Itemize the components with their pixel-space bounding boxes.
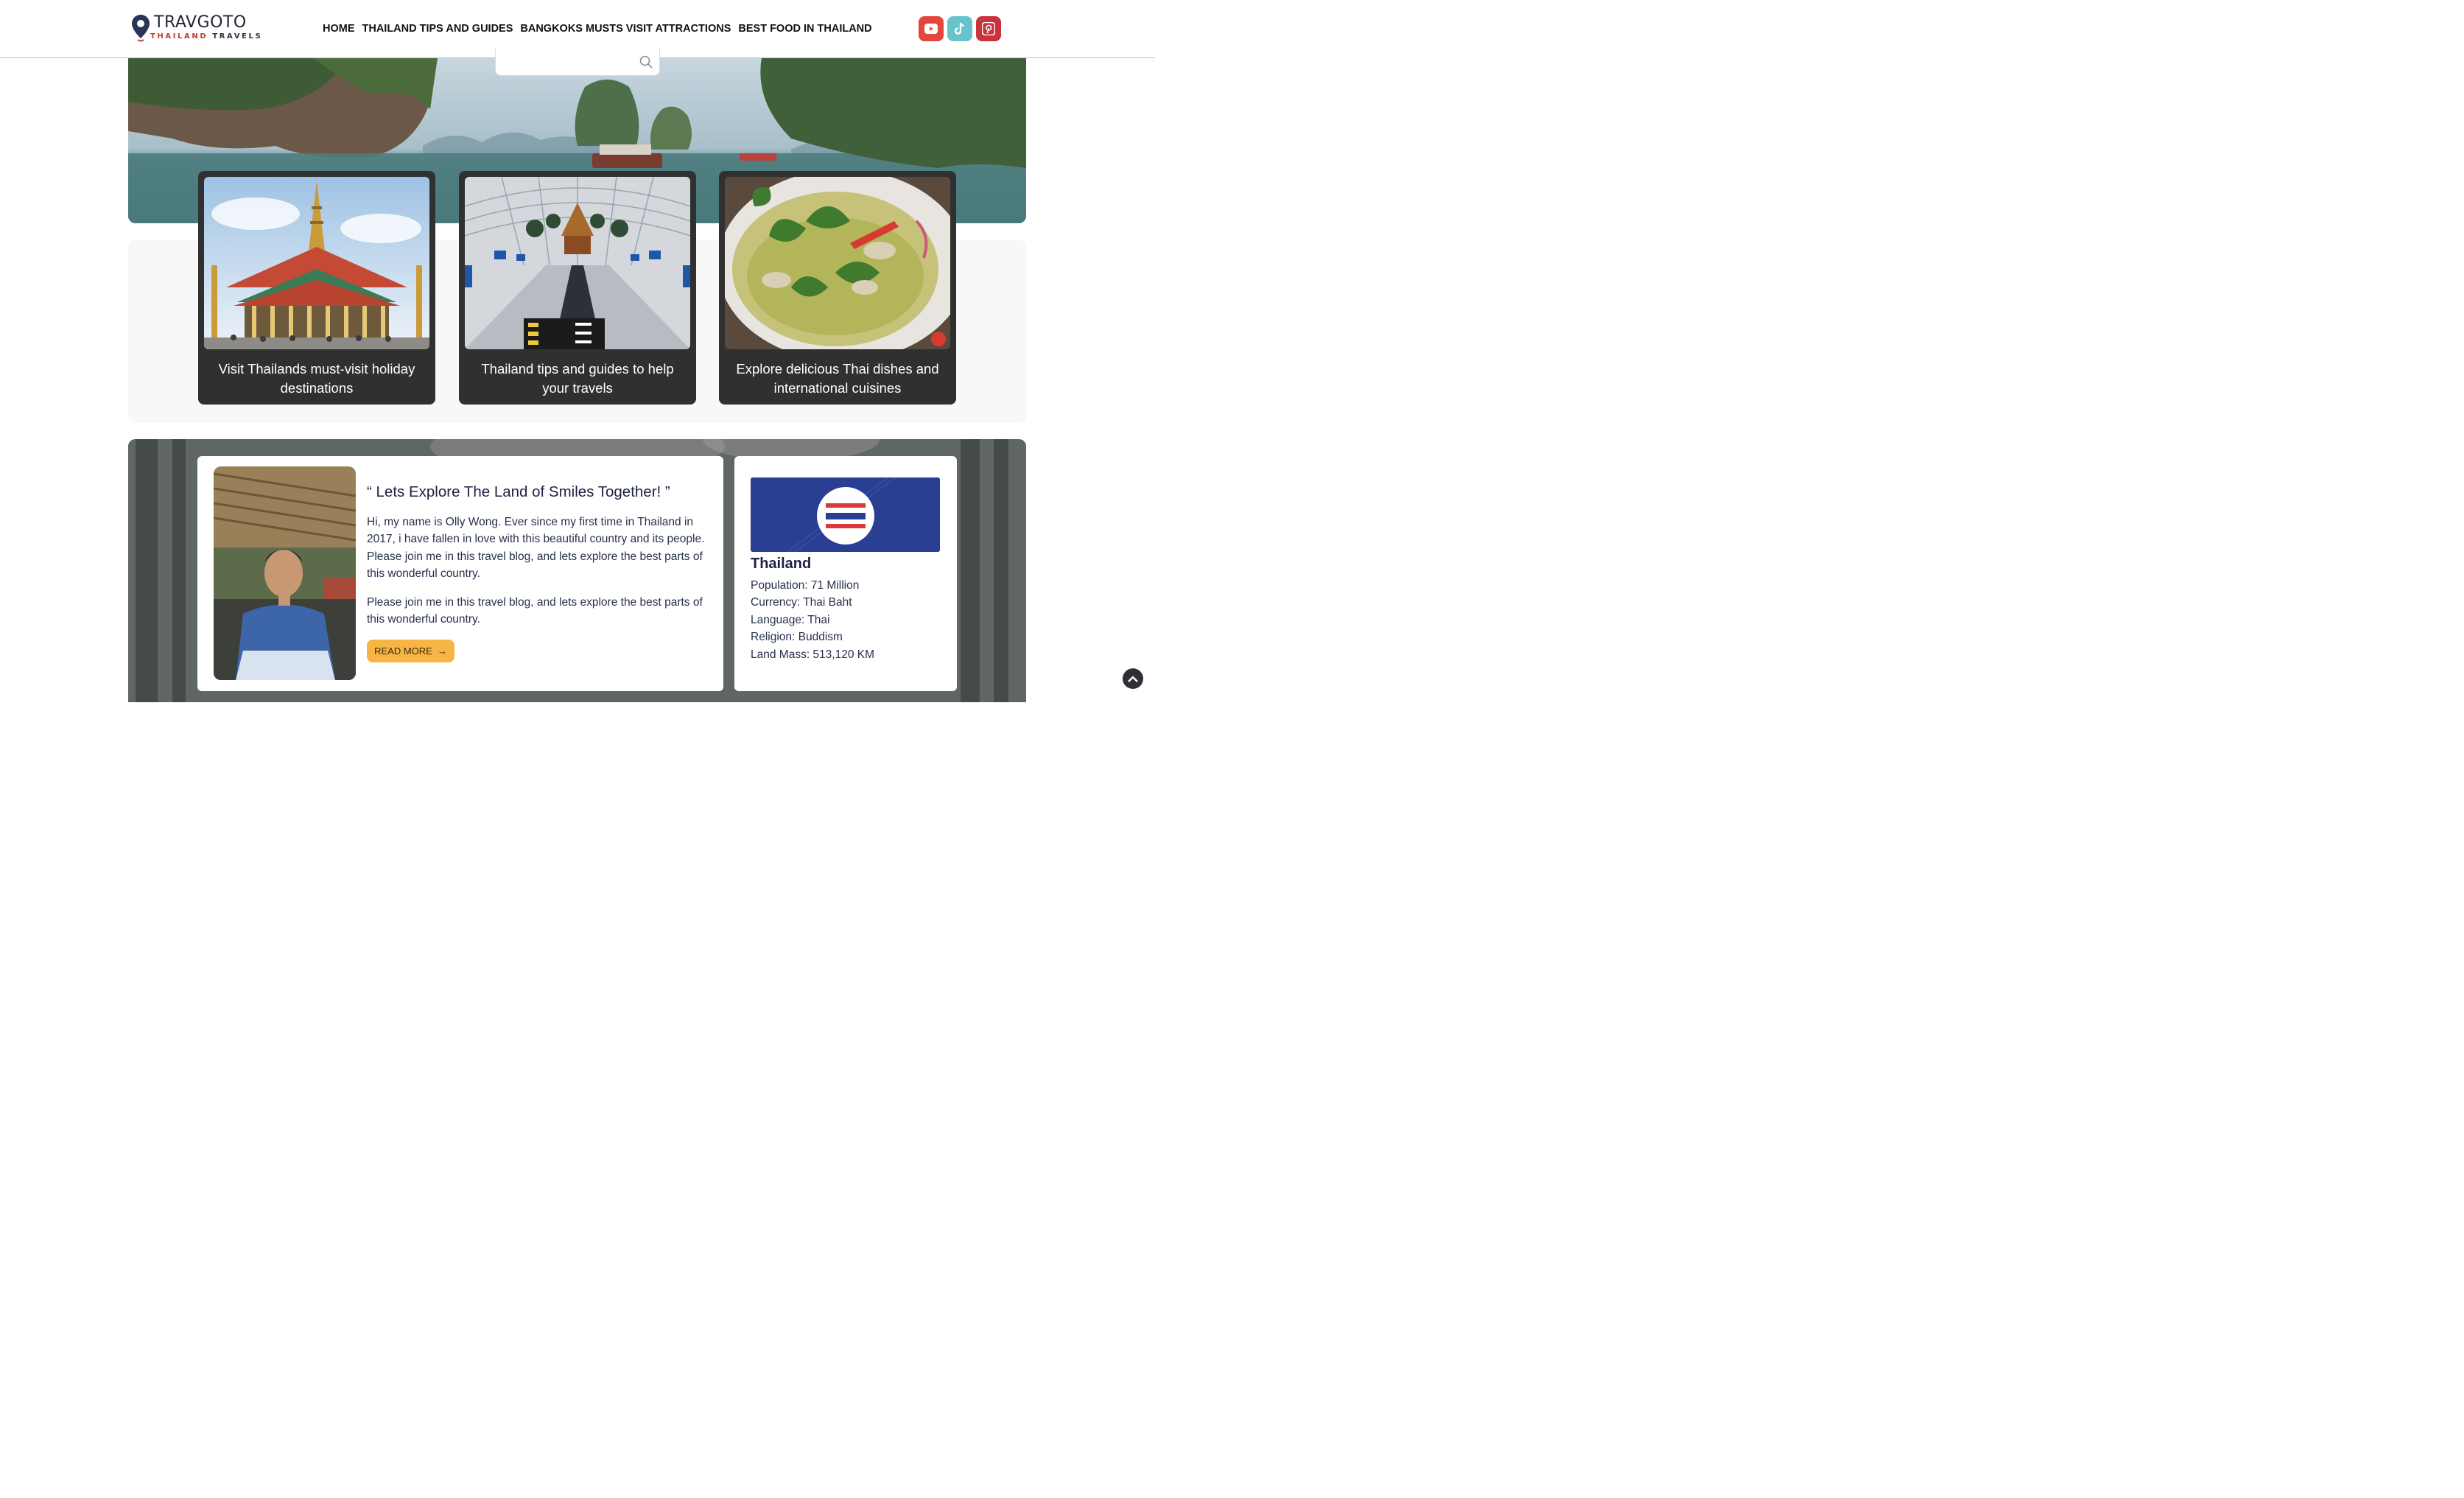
search-box[interactable]: [495, 49, 660, 76]
fact-religion: Religion: Buddism: [751, 631, 843, 644]
nav-best-food[interactable]: BEST FOOD IN THAILAND: [738, 22, 871, 35]
feature-card-food[interactable]: Explore delicious Thai dishes and intern…: [719, 171, 956, 405]
youtube-icon[interactable]: [919, 16, 944, 41]
chevron-up-icon: [1128, 676, 1138, 682]
brand-tagline: THAILAND TRAVELS: [150, 32, 262, 41]
card-caption: Explore delicious Thai dishes and intern…: [736, 361, 939, 396]
about-paragraph-2: Please join me in this travel blog, and …: [367, 596, 703, 626]
about-title: “ Lets Explore The Land of Smiles Togeth…: [367, 483, 670, 500]
brand-name: TRAVGOTO: [154, 13, 247, 32]
pinterest-icon[interactable]: [976, 16, 1001, 41]
fact-population: Population: 71 Million: [751, 579, 860, 592]
about-card: “ Lets Explore The Land of Smiles Togeth…: [197, 456, 723, 691]
main-nav: HOME THAILAND TIPS AND GUIDES BANGKOKS M…: [323, 22, 880, 35]
fact-language: Language: Thai: [751, 613, 830, 626]
arrow-right-icon: →: [437, 645, 447, 657]
author-photo: [214, 466, 356, 680]
airport-terminal-image: [465, 177, 690, 349]
about-paragraph-1: Hi, my name is Olly Wong. Ever since my …: [367, 516, 705, 581]
search-icon[interactable]: [639, 55, 653, 69]
country-name: Thailand: [751, 556, 812, 572]
tagline-thailand: THAILAND: [150, 32, 208, 41]
read-more-label: READ MORE: [374, 645, 432, 657]
site-logo[interactable]: TRAVGOTO THAILAND TRAVELS: [131, 13, 261, 46]
thailand-flag-icon: [751, 477, 940, 552]
social-links: [919, 16, 1005, 41]
fact-land-mass: Land Mass: 513,120 KM: [751, 648, 875, 661]
grand-palace-image: [204, 177, 429, 349]
nav-bangkok-attractions[interactable]: BANGKOKS MUSTS VISIT ATTRACTIONS: [520, 22, 731, 35]
read-more-button[interactable]: READ MORE →: [367, 640, 454, 662]
location-pin-icon: [132, 15, 150, 42]
scroll-to-top-button[interactable]: [1123, 668, 1143, 689]
green-curry-image: [725, 177, 950, 349]
feature-card-destinations[interactable]: Visit Thailands must-visit holiday desti…: [198, 171, 435, 405]
nav-home[interactable]: HOME: [323, 22, 355, 35]
card-caption: Visit Thailands must-visit holiday desti…: [218, 361, 415, 396]
nav-thailand-tips[interactable]: THAILAND TIPS AND GUIDES: [362, 22, 513, 35]
card-caption: Thailand tips and guides to help your tr…: [481, 361, 674, 396]
fact-currency: Currency: Thai Baht: [751, 596, 852, 609]
tiktok-icon[interactable]: [947, 16, 972, 41]
fact-list: Population: 71 Million Currency: Thai Ba…: [751, 577, 874, 663]
tagline-travels: TRAVELS: [212, 32, 263, 41]
feature-card-tips[interactable]: Thailand tips and guides to help your tr…: [459, 171, 696, 405]
country-facts-card: Thailand Population: 71 Million Currency…: [734, 456, 957, 691]
